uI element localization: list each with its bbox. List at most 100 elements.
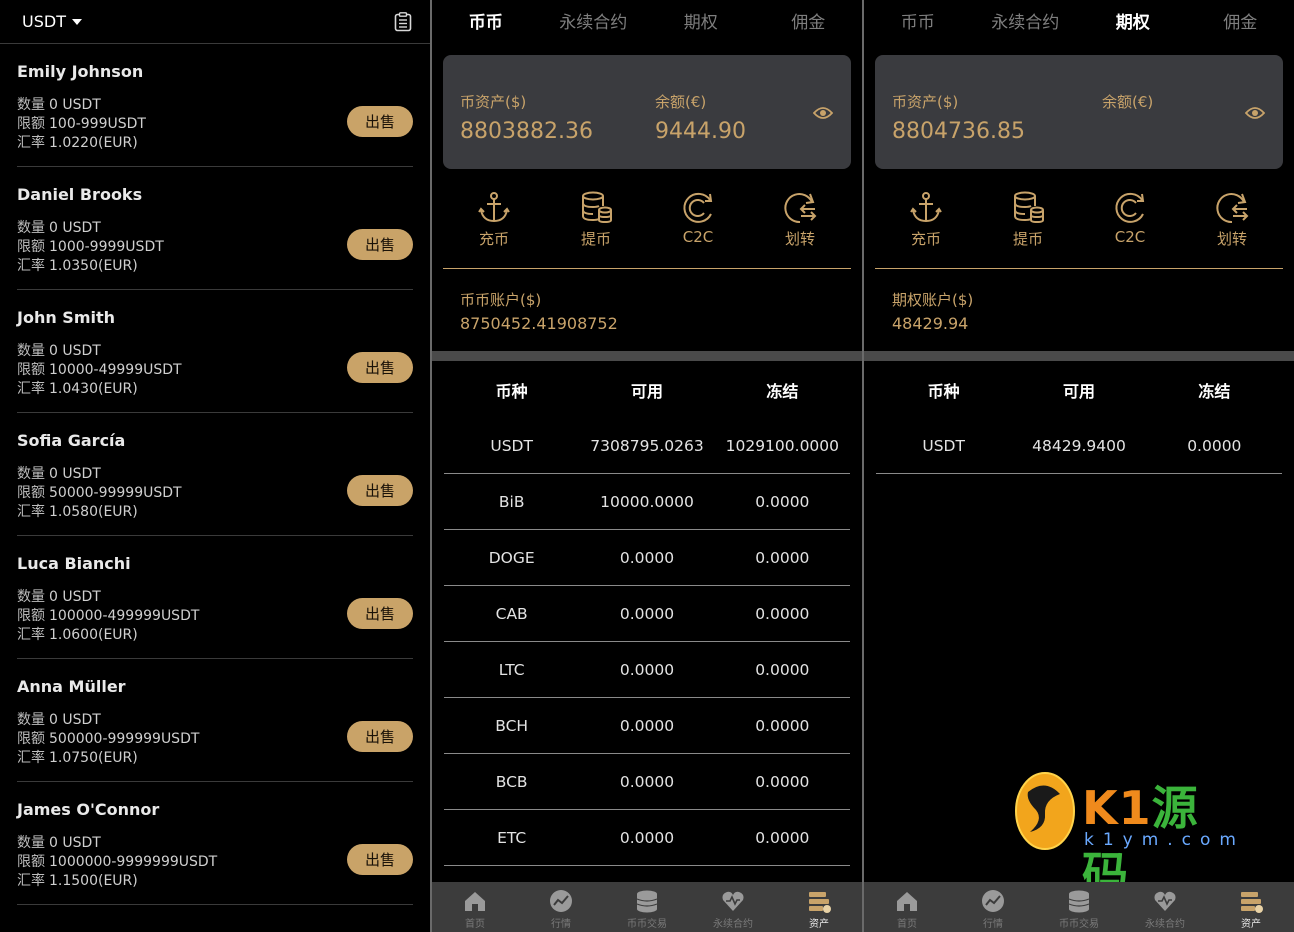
available-amount: 0.0000 <box>619 772 675 791</box>
table-row[interactable]: USDT 48429.9400 0.0000 <box>876 418 1282 474</box>
nav-label: 行情 <box>983 919 1003 930</box>
account-label: 期权账户($) <box>892 291 974 309</box>
table-row[interactable]: BCH 0.0000 0.0000 <box>444 698 850 754</box>
tab-1[interactable]: 永续合约 <box>972 0 1080 46</box>
table-row[interactable]: USDT 7308795.0263 1029100.0000 <box>444 418 850 474</box>
tab-2[interactable]: 期权 <box>1079 0 1187 46</box>
frozen-amount: 0.0000 <box>755 716 810 735</box>
eye-icon[interactable] <box>1245 105 1265 121</box>
sell-button[interactable]: 出售 <box>347 721 413 752</box>
tab-3[interactable]: 佣金 <box>1187 0 1294 46</box>
merchant-qty: 数量 0 USDT <box>17 220 101 236</box>
nav-item-4[interactable]: 资产 <box>776 882 862 932</box>
col-coin: 币种 <box>927 382 960 401</box>
tab-3[interactable]: 佣金 <box>755 0 863 46</box>
available-amount: 0.0000 <box>619 604 675 623</box>
asset-value: 8804736.85 <box>892 119 1025 144</box>
nav-item-3[interactable]: 永续合约 <box>690 882 776 932</box>
table-row[interactable]: BiB 10000.0000 0.0000 <box>444 474 850 530</box>
quick-action-0[interactable]: 充币 <box>875 170 977 268</box>
asset-summary-card: 币资产($) 8803882.36 余额(€) 9444.90 <box>443 55 851 169</box>
quick-action-3[interactable]: 划转 <box>749 170 851 268</box>
quick-action-label: 充币 <box>478 230 509 248</box>
eye-icon[interactable] <box>813 105 833 121</box>
nav-label: 币币交易 <box>627 919 667 930</box>
quick-action-label: 提币 <box>580 230 611 248</box>
quick-action-2[interactable]: C2C <box>647 170 749 268</box>
quick-action-label: C2C <box>682 228 714 246</box>
market-chart-icon <box>550 890 572 912</box>
balance-label: 余额(€) <box>1102 93 1154 111</box>
frozen-amount: 0.0000 <box>755 548 810 567</box>
available-amount: 0.0000 <box>619 660 675 679</box>
merchant-rate: 汇率 1.0600(EUR) <box>17 627 138 643</box>
available-amount: 7308795.0263 <box>590 436 704 455</box>
quick-action-1[interactable]: 提币 <box>545 170 647 268</box>
c2c-sell-panel: USDT Emily Johnson 数量 0 USDT 限额 100-999USD… <box>0 0 430 932</box>
withdraw-coins-icon <box>582 191 612 224</box>
quick-action-2[interactable]: C2C <box>1079 170 1181 268</box>
coin-name: ETC <box>497 828 527 847</box>
sell-button[interactable]: 出售 <box>347 598 413 629</box>
merchant-row: Sofia García 数量 0 USDT 限额 50000-99999USDT … <box>17 413 413 536</box>
order-list-icon[interactable] <box>394 11 412 32</box>
tab-2[interactable]: 期权 <box>647 0 755 46</box>
nav-item-3[interactable]: 永续合约 <box>1122 882 1208 932</box>
sell-button[interactable]: 出售 <box>347 844 413 875</box>
nav-item-2[interactable]: 币币交易 <box>604 882 690 932</box>
coin-name: USDT <box>490 436 533 455</box>
sell-button[interactable]: 出售 <box>347 475 413 506</box>
merchant-row: Anna Müller 数量 0 USDT 限额 500000-999999USDT… <box>17 659 413 782</box>
frozen-amount: 0.0000 <box>755 660 810 679</box>
quick-action-label: 提币 <box>1012 230 1043 248</box>
quick-action-0[interactable]: 充币 <box>443 170 545 268</box>
spot-trade-coins-icon <box>636 890 658 913</box>
nav-item-0[interactable]: 首页 <box>432 882 518 932</box>
available-amount: 48429.9400 <box>1032 436 1126 455</box>
sell-button[interactable]: 出售 <box>347 106 413 137</box>
merchant-limit: 限额 10000-49999USDT <box>17 362 182 378</box>
merchant-limit: 限额 1000-9999USDT <box>17 239 164 255</box>
col-frozen: 冻结 <box>766 382 799 401</box>
merchant-qty: 数量 0 USDT <box>17 97 101 113</box>
assets-stack-icon <box>1241 892 1263 913</box>
table-row[interactable]: ETC 0.0000 0.0000 <box>444 810 850 866</box>
nav-item-2[interactable]: 币币交易 <box>1036 882 1122 932</box>
spot-trade-coins-icon <box>1068 890 1090 913</box>
nav-item-0[interactable]: 首页 <box>864 882 950 932</box>
sell-button[interactable]: 出售 <box>347 229 413 260</box>
table-header: 币种 可用 冻结 <box>876 362 1282 418</box>
tab-1[interactable]: 永续合约 <box>540 0 648 46</box>
assets-stack-icon <box>809 892 831 913</box>
quick-actions: 充币 提币 C2C 划转 <box>443 170 851 269</box>
quick-action-3[interactable]: 划转 <box>1181 170 1283 268</box>
merchant-rate: 汇率 1.1500(EUR) <box>17 873 138 889</box>
table-row[interactable]: LTC 0.0000 0.0000 <box>444 642 850 698</box>
nav-item-4[interactable]: 资产 <box>1208 882 1294 932</box>
coin-name: BCH <box>495 716 529 735</box>
coin-name: BCB <box>495 772 528 791</box>
quick-action-label: 划转 <box>784 230 815 248</box>
table-row[interactable]: DOGE 0.0000 0.0000 <box>444 530 850 586</box>
section-separator <box>864 351 1294 361</box>
merchant-name: Daniel Brooks <box>17 185 143 204</box>
merchant-row: James O'Connor 数量 0 USDT 限额 1000000-999999… <box>17 782 413 905</box>
table-row[interactable]: BCB 0.0000 0.0000 <box>444 754 850 810</box>
table-row[interactable]: CAB 0.0000 0.0000 <box>444 586 850 642</box>
tab-0[interactable]: 币币 <box>432 0 540 46</box>
col-available: 可用 <box>1062 382 1095 401</box>
nav-item-1[interactable]: 行情 <box>950 882 1036 932</box>
merchant-qty: 数量 0 USDT <box>17 589 101 605</box>
merchant-limit: 限额 500000-999999USDT <box>17 731 200 747</box>
frozen-amount: 0.0000 <box>755 772 810 791</box>
currency-selector[interactable]: USDT <box>22 12 82 31</box>
table-header: 币种 可用 冻结 <box>444 362 850 418</box>
tab-0[interactable]: 币币 <box>864 0 972 46</box>
deposit-anchor-icon <box>910 192 942 223</box>
balance-label: 余额(€) <box>655 93 707 111</box>
balance-value: 9444.90 <box>655 119 746 144</box>
sell-button[interactable]: 出售 <box>347 352 413 383</box>
nav-item-1[interactable]: 行情 <box>518 882 604 932</box>
available-amount: 0.0000 <box>619 828 675 847</box>
quick-action-1[interactable]: 提币 <box>977 170 1079 268</box>
